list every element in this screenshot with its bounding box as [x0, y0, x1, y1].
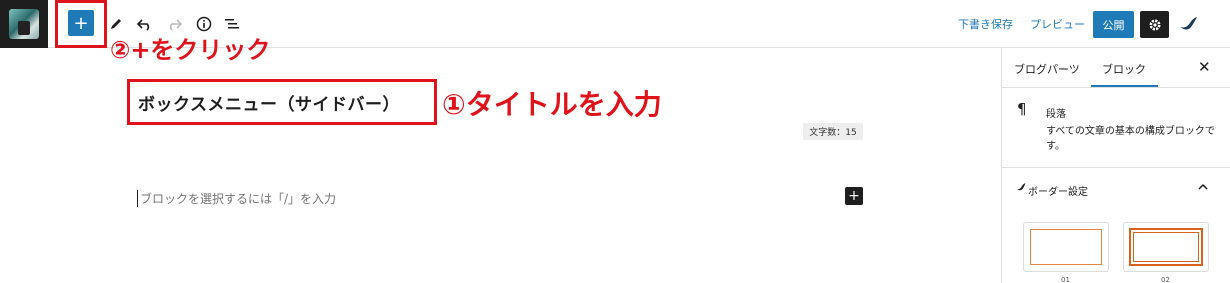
swallow-icon — [1180, 17, 1197, 30]
site-logo-button[interactable] — [0, 0, 48, 48]
settings-button[interactable] — [1140, 11, 1169, 38]
preview-link[interactable]: プレビュー — [1030, 16, 1085, 32]
border-settings-title: ボーダー設定 — [1028, 187, 1088, 198]
gear-icon — [1149, 19, 1160, 30]
inline-add-block-button[interactable]: + — [845, 187, 863, 205]
block-name: 段落 — [1046, 109, 1066, 120]
border-option-label: 02 — [1161, 276, 1170, 283]
border-style-option-02[interactable] — [1123, 222, 1209, 272]
annotation-box-add-button — [55, 0, 107, 48]
tab-block[interactable]: ブロック — [1102, 61, 1146, 77]
post-title[interactable]: ボックスメニュー（サイドバー） — [138, 90, 400, 115]
border-preview — [1030, 229, 1102, 265]
sidebar-tabs: ブログパーツ ブロック ✕ — [1002, 48, 1230, 88]
block-description: すべての文章の基本の構成ブロックです。 — [1046, 126, 1215, 152]
border-option-label: 01 — [1061, 276, 1070, 283]
active-tab-indicator — [1091, 85, 1158, 87]
annotation-step2: ②+をクリック — [110, 36, 271, 64]
publish-button[interactable]: 公開 — [1093, 11, 1134, 38]
settings-sidebar: ブログパーツ ブロック ✕ ¶ 段落 すべての文章の基本の構成ブロックです。 ボ… — [1001, 48, 1230, 283]
chevron-up-icon — [1198, 180, 1208, 194]
plugin-sidebar-button[interactable] — [1176, 12, 1200, 36]
block-card: ¶ 段落 すべての文章の基本の構成ブロックです。 — [1002, 88, 1230, 168]
paragraph-icon: ¶ — [1017, 100, 1027, 118]
tab-blog-parts[interactable]: ブログパーツ — [1014, 61, 1080, 77]
word-count-badge: 文字数：15 — [803, 123, 863, 140]
border-settings-panel-toggle[interactable]: ボーダー設定 — [1002, 168, 1230, 208]
close-icon[interactable]: ✕ — [1198, 58, 1211, 76]
annotation-step1: ①タイトルを入力 — [442, 88, 662, 121]
save-draft-link[interactable]: 下書き保存 — [958, 16, 1013, 32]
empty-block-placeholder[interactable]: ブロックを選択するには「/」を入力 — [137, 190, 336, 207]
border-preview-inner — [1133, 232, 1199, 262]
border-style-option-01[interactable] — [1023, 222, 1109, 272]
swallow-icon — [1017, 183, 1026, 191]
site-icon — [9, 9, 39, 39]
